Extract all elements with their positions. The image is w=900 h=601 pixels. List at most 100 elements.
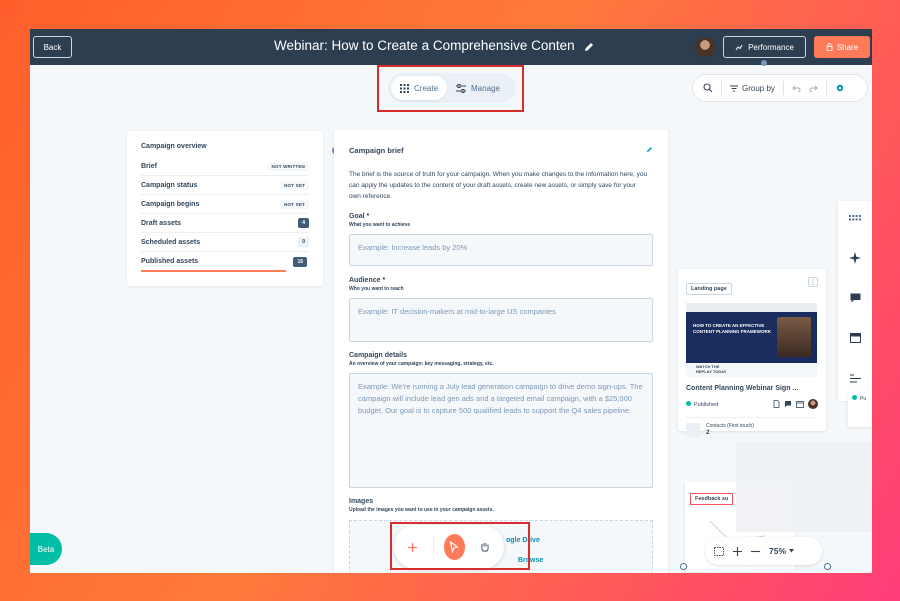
- edit-icon[interactable]: [646, 146, 653, 153]
- ai-sparkle-icon[interactable]: [848, 251, 862, 265]
- zoom-level-dropdown[interactable]: 75%: [769, 546, 795, 556]
- goal-label: Goal *: [349, 213, 370, 220]
- thumbnail-cta: WATCH THE REPLAY TODAY: [696, 364, 727, 374]
- overview-row-brief[interactable]: Brief NOT WRITTEN: [141, 157, 309, 176]
- images-label: Images: [349, 498, 374, 505]
- edit-pencil-icon[interactable]: [583, 40, 595, 52]
- audience-label: Audience *: [349, 277, 386, 284]
- group-by-button[interactable]: Group by: [730, 84, 775, 93]
- details-label: Campaign details: [349, 352, 407, 359]
- asset-type-tag: Landing page: [686, 283, 732, 295]
- overview-row-draft-assets[interactable]: Draft assets 4: [141, 214, 309, 233]
- goal-help: What you want to achieve: [349, 222, 411, 228]
- asset-status-row: Published: [686, 399, 818, 409]
- canvas-toolbar: Group by: [692, 74, 868, 102]
- zoom-controls: 75%: [705, 537, 822, 565]
- avatar[interactable]: [695, 37, 715, 57]
- top-bar: Back Webinar: How to Create a Comprehens…: [30, 29, 872, 65]
- count-badge: 0: [298, 237, 309, 247]
- overview-row-campaign-begins[interactable]: Campaign begins NOT SET: [141, 195, 309, 214]
- campaign-app: Back Webinar: How to Create a Comprehens…: [30, 29, 872, 573]
- status-text: Pu: [852, 395, 866, 402]
- filter-lines-icon: [730, 85, 738, 91]
- divider: [721, 81, 722, 95]
- group-by-label: Group by: [742, 83, 775, 93]
- overview-row-label: Published assets: [141, 258, 199, 265]
- campaign-brief-panel: Campaign brief The brief is the source o…: [334, 130, 668, 573]
- thumbnail-title: HOW TO CREATE AN EFFECTIVE CONTENT PLANN…: [693, 323, 771, 334]
- performance-label: Performance: [748, 42, 794, 52]
- window-icon[interactable]: [796, 400, 804, 408]
- lock-icon: [826, 43, 833, 51]
- details-section: Campaign details An overview of your cam…: [349, 352, 653, 488]
- divider: [825, 81, 827, 95]
- chat-icon[interactable]: [848, 291, 862, 305]
- brief-title: Campaign brief: [349, 146, 404, 155]
- status-dot: [686, 400, 691, 406]
- overview-row-published-assets[interactable]: Published assets 16: [141, 252, 307, 272]
- highlight-box-floating-toolbar: [390, 522, 530, 570]
- share-button[interactable]: Share: [814, 36, 870, 58]
- back-button[interactable]: Back: [33, 36, 72, 58]
- zoom-level: 75%: [769, 546, 787, 556]
- panel-window-icon[interactable]: [848, 331, 862, 345]
- list-layout-icon[interactable]: [848, 371, 862, 385]
- asset-type-tag: Feedback su: [690, 493, 734, 505]
- resize-handle[interactable]: [680, 563, 687, 570]
- metric-text: Contacts (First touch) 2: [706, 423, 754, 437]
- details-input[interactable]: Example: We're running a July lead gener…: [349, 373, 653, 488]
- settings-gear-icon[interactable]: [835, 83, 845, 93]
- presence-dot: [761, 60, 767, 66]
- published-status: Published: [686, 400, 719, 408]
- overview-row-campaign-status[interactable]: Campaign status NOT SET: [141, 176, 309, 195]
- brief-description: The brief is the source of truth for you…: [349, 171, 648, 200]
- share-label: Share: [836, 42, 859, 52]
- highlight-box-mode-toggle: [377, 65, 524, 112]
- more-options-icon[interactable]: ⋮: [808, 277, 818, 287]
- thumbnail-photo: [777, 317, 811, 357]
- progress-underline: [141, 270, 286, 272]
- chevron-down-icon: [789, 549, 795, 553]
- overview-title: Campaign overview: [141, 143, 207, 150]
- fit-to-screen-icon[interactable]: [714, 546, 724, 556]
- beta-badge[interactable]: Beta: [30, 533, 62, 565]
- title-area: Webinar: How to Create a Comprehensive C…: [274, 38, 595, 53]
- metric-value: 2: [706, 429, 710, 436]
- metric-label: Contacts (First touch): [706, 423, 754, 429]
- count-badge: 4: [298, 218, 309, 228]
- count-badge: 16: [293, 256, 307, 267]
- redo-icon[interactable]: [809, 85, 818, 92]
- overview-row-label: Brief: [141, 162, 157, 170]
- performance-button[interactable]: Performance: [723, 36, 806, 58]
- grid-dots-icon[interactable]: [848, 211, 862, 225]
- audience-input[interactable]: Example: IT decision-makers at mid-to-la…: [349, 298, 653, 342]
- landing-page-asset-card[interactable]: Landing page ⋮ HOW TO CREATE AN EFFECTIV…: [678, 269, 826, 437]
- right-side-rail: [838, 201, 872, 401]
- page-title[interactable]: Webinar: How to Create a Comprehensive C…: [274, 38, 575, 53]
- thumbnail-nav: [686, 303, 817, 312]
- asset-metric: Contacts (First touch) 2: [686, 417, 818, 437]
- overview-row-scheduled-assets[interactable]: Scheduled assets 0: [141, 233, 309, 252]
- zoom-in-icon[interactable]: [733, 546, 742, 556]
- status-dot: [852, 395, 857, 400]
- asset-actions: [773, 399, 818, 409]
- audience-section: Audience * Who you want to reach Example…: [349, 277, 653, 342]
- campaign-overview-panel: Campaign overview Brief NOT WRITTEN Camp…: [127, 131, 323, 286]
- brief-header: Campaign brief: [349, 146, 653, 155]
- overview-row-label: Scheduled assets: [141, 238, 201, 246]
- divider: [782, 81, 784, 95]
- goal-input[interactable]: Example: Increase leads by 20%: [349, 234, 653, 266]
- status-badge: NOT SET: [280, 180, 309, 190]
- asset-name: Content Planning Webinar Sign ...: [686, 385, 799, 392]
- chart-icon: [735, 44, 743, 51]
- partial-asset-card[interactable]: Pu: [848, 391, 872, 427]
- resize-handle[interactable]: [824, 563, 831, 570]
- search-icon[interactable]: [703, 83, 713, 93]
- comment-icon[interactable]: [784, 400, 792, 408]
- page-icon[interactable]: [773, 400, 780, 408]
- zoom-out-icon[interactable]: [751, 547, 760, 556]
- owner-avatar[interactable]: [808, 399, 818, 409]
- status-text: Published: [694, 401, 719, 408]
- status-badge: NOT WRITTEN: [267, 161, 309, 171]
- undo-icon[interactable]: [792, 85, 801, 92]
